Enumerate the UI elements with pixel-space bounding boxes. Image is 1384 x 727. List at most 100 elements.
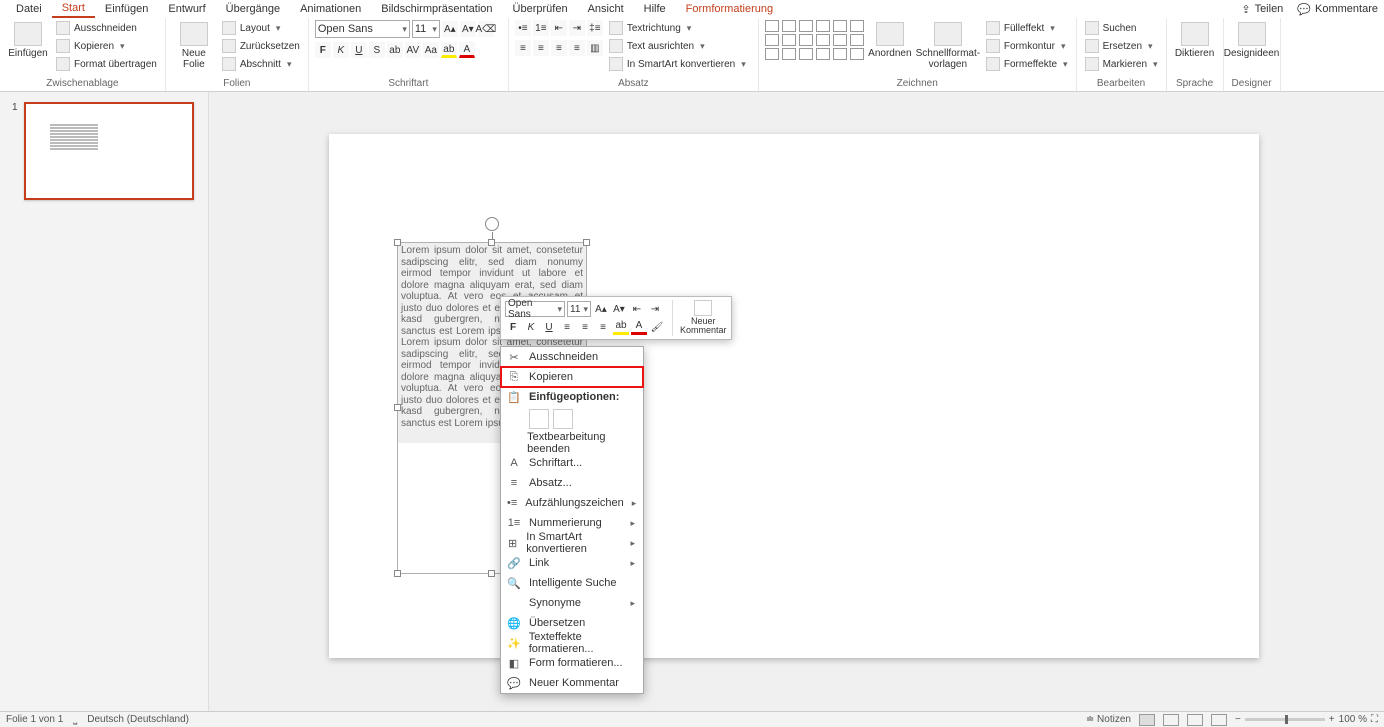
tab-datei[interactable]: Datei: [6, 1, 52, 17]
mini-new-comment[interactable]: Neuer Kommentar: [680, 300, 727, 336]
comments-button[interactable]: 💬Kommentare: [1297, 3, 1378, 16]
char-spacing-button[interactable]: AV: [405, 42, 421, 58]
font-size-combo[interactable]: 11▾: [412, 20, 440, 38]
ctx-bullets[interactable]: •≡Aufzählungszeichen▸: [501, 493, 643, 513]
ctx-copy[interactable]: ⎘Kopieren: [501, 367, 643, 387]
mini-italic[interactable]: K: [523, 319, 539, 335]
mini-decrease-font[interactable]: A▾: [611, 301, 627, 317]
mini-highlight[interactable]: ab: [613, 319, 629, 335]
resize-handle-tm[interactable]: [488, 239, 495, 246]
view-sorter-button[interactable]: [1163, 714, 1179, 726]
format-painter-button[interactable]: Format übertragen: [54, 56, 159, 72]
zoom-slider[interactable]: [1245, 718, 1325, 721]
mini-font-size[interactable]: 11▾: [567, 301, 591, 317]
decrease-indent-button[interactable]: ⇤: [551, 20, 567, 36]
italic-button[interactable]: K: [333, 42, 349, 58]
mini-format-painter[interactable]: 🖌: [649, 319, 665, 335]
paste-button[interactable]: Einfügen: [6, 20, 50, 61]
ctx-new-comment[interactable]: 💬Neuer Kommentar: [501, 673, 643, 693]
increase-font-button[interactable]: A▴: [442, 21, 458, 37]
mini-increase-font[interactable]: A▴: [593, 301, 609, 317]
shape-effects-button[interactable]: Formeffekte▾: [984, 56, 1070, 72]
shadow-button[interactable]: ab: [387, 42, 403, 58]
slide-canvas-area[interactable]: Lorem ipsum dolor sit amet, consetetur s…: [209, 92, 1384, 711]
ctx-font[interactable]: ASchriftart...: [501, 453, 643, 473]
quick-styles-button[interactable]: Schnellformat- vorlagen: [916, 20, 980, 72]
zoom-level[interactable]: 100 %: [1339, 714, 1367, 725]
mini-increase-indent[interactable]: ⇥: [647, 301, 663, 317]
view-normal-button[interactable]: [1139, 714, 1155, 726]
tab-hilfe[interactable]: Hilfe: [634, 1, 676, 17]
ctx-cut[interactable]: ✂Ausschneiden: [501, 347, 643, 367]
layout-button[interactable]: Layout▾: [220, 20, 302, 36]
new-slide-button[interactable]: Neue Folie: [172, 20, 216, 72]
copy-button[interactable]: Kopieren▾: [54, 38, 159, 54]
bold-button[interactable]: F: [315, 42, 331, 58]
ctx-link[interactable]: 🔗Link▸: [501, 553, 643, 573]
align-text-button[interactable]: Text ausrichten▾: [607, 38, 748, 54]
ctx-exit-text-edit[interactable]: Textbearbeitung beenden: [501, 433, 643, 453]
ctx-format-shape[interactable]: ◧Form formatieren...: [501, 653, 643, 673]
tab-entwurf[interactable]: Entwurf: [158, 1, 215, 17]
spellcheck-icon[interactable]: ⎵: [73, 714, 77, 725]
tab-einfuegen[interactable]: Einfügen: [95, 1, 158, 17]
mini-decrease-indent[interactable]: ⇤: [629, 301, 645, 317]
clear-formatting-button[interactable]: A⌫: [478, 21, 494, 37]
increase-indent-button[interactable]: ⇥: [569, 20, 585, 36]
ctx-smart-lookup[interactable]: 🔍Intelligente Suche: [501, 573, 643, 593]
numbering-button[interactable]: 1≡: [533, 20, 549, 36]
tab-bildschirmpraesentation[interactable]: Bildschirmpräsentation: [371, 1, 502, 17]
zoom-in-button[interactable]: +: [1329, 714, 1335, 725]
resize-handle-bl[interactable]: [394, 570, 401, 577]
zoom-control[interactable]: − + 100 % ⛶: [1235, 714, 1378, 725]
select-button[interactable]: Markieren▾: [1083, 56, 1160, 72]
mini-align-right[interactable]: ≡: [595, 319, 611, 335]
ctx-translate[interactable]: 🌐Übersetzen: [501, 613, 643, 633]
resize-handle-tr[interactable]: [583, 239, 590, 246]
design-ideas-button[interactable]: Designideen: [1230, 20, 1274, 61]
ctx-numbering[interactable]: 1≡Nummerierung▸: [501, 513, 643, 533]
rotate-handle[interactable]: [485, 217, 499, 231]
align-right-button[interactable]: ≡: [551, 40, 567, 56]
line-spacing-button[interactable]: ‡≡: [587, 20, 603, 36]
notes-button[interactable]: ≐ Notizen: [1086, 714, 1131, 725]
tab-animationen[interactable]: Animationen: [290, 1, 371, 17]
align-left-button[interactable]: ≡: [515, 40, 531, 56]
ctx-convert-smartart[interactable]: ⊞In SmartArt konvertieren▸: [501, 533, 643, 553]
ctx-paragraph[interactable]: ≡Absatz...: [501, 473, 643, 493]
change-case-button[interactable]: Aa: [423, 42, 439, 58]
ctx-synonyms[interactable]: Synonyme▸: [501, 593, 643, 613]
font-color-button[interactable]: A: [459, 42, 475, 58]
language-indicator[interactable]: Deutsch (Deutschland): [87, 714, 189, 725]
tab-ansicht[interactable]: Ansicht: [578, 1, 634, 17]
justify-button[interactable]: ≡: [569, 40, 585, 56]
mini-font-color[interactable]: A: [631, 319, 647, 335]
tab-uebergaenge[interactable]: Übergänge: [216, 1, 290, 17]
view-reading-button[interactable]: [1187, 714, 1203, 726]
slide[interactable]: Lorem ipsum dolor sit amet, consetetur s…: [329, 134, 1259, 658]
resize-handle-ml[interactable]: [394, 404, 401, 411]
zoom-out-button[interactable]: −: [1235, 714, 1241, 725]
mini-underline[interactable]: U: [541, 319, 557, 335]
tab-formformatierung[interactable]: Formformatierung: [676, 1, 783, 17]
convert-smartart-button[interactable]: In SmartArt konvertieren▾: [607, 56, 748, 72]
cut-button[interactable]: Ausschneiden: [54, 20, 159, 36]
shapes-gallery[interactable]: [765, 20, 864, 60]
paste-option-keep-formatting[interactable]: [529, 409, 549, 429]
section-button[interactable]: Abschnitt▾: [220, 56, 302, 72]
text-direction-button[interactable]: Textrichtung▾: [607, 20, 748, 36]
shape-outline-button[interactable]: Formkontur▾: [984, 38, 1070, 54]
tab-ueberpruefen[interactable]: Überprüfen: [503, 1, 578, 17]
ctx-text-effects[interactable]: ✨Texteffekte formatieren...: [501, 633, 643, 653]
mini-align-center[interactable]: ≡: [577, 319, 593, 335]
share-button[interactable]: ⇪Teilen: [1241, 3, 1283, 16]
shape-fill-button[interactable]: Fülleffekt▾: [984, 20, 1070, 36]
tab-start[interactable]: Start: [52, 0, 95, 18]
strikethrough-button[interactable]: S: [369, 42, 385, 58]
view-slideshow-button[interactable]: [1211, 714, 1227, 726]
dictate-button[interactable]: Diktieren: [1173, 20, 1217, 61]
columns-button[interactable]: ▥: [587, 40, 603, 56]
slide-thumbnail-1[interactable]: [24, 102, 194, 200]
resize-handle-tl[interactable]: [394, 239, 401, 246]
underline-button[interactable]: U: [351, 42, 367, 58]
